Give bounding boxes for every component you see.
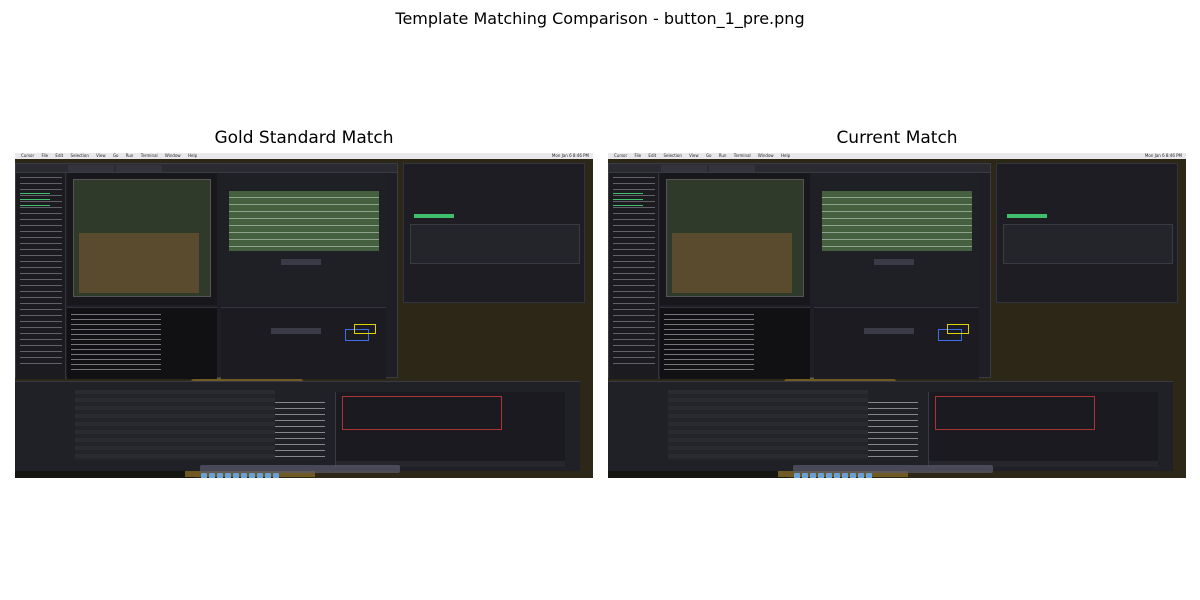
editor-tab <box>116 165 162 172</box>
menu-item: Selection <box>663 153 682 158</box>
menu-item: Window <box>757 153 774 158</box>
menu-item: Cursor <box>21 153 35 158</box>
background-chat-panel <box>928 392 1158 467</box>
preview-wallpaper <box>672 233 792 293</box>
request-box <box>410 224 580 264</box>
dock-icon <box>273 473 279 478</box>
terminal-output <box>664 314 754 374</box>
dock-icon <box>842 473 848 478</box>
menu-item: Selection <box>70 153 89 158</box>
menu-item: View <box>96 153 106 158</box>
composer-panel <box>221 173 386 305</box>
dock-icon <box>834 473 840 478</box>
cancel-generation-button <box>864 328 914 334</box>
request-box <box>1003 224 1173 264</box>
cancel-generation-button <box>874 259 914 265</box>
menu-item: Edit <box>55 153 64 158</box>
dock-icon <box>209 473 215 478</box>
dock-icon <box>818 473 824 478</box>
match-box-highlight <box>354 324 376 334</box>
cancel-generation-button <box>271 328 321 334</box>
dock-icon <box>249 473 255 478</box>
menu-item: Cursor <box>614 153 628 158</box>
background-file-list <box>868 402 918 462</box>
secondary-composer <box>221 307 386 379</box>
dock-icon <box>257 473 263 478</box>
dock-icon <box>201 473 207 478</box>
background-editor-window <box>608 381 1173 471</box>
dock-icon <box>241 473 247 478</box>
composer-panel <box>814 173 979 305</box>
dock-icon <box>225 473 231 478</box>
explorer-sidebar <box>16 173 66 379</box>
figure-title: Template Matching Comparison - button_1_… <box>395 9 805 28</box>
dock-icon <box>794 473 800 478</box>
cursor-editor-window <box>15 163 398 379</box>
menu-item: Help <box>187 153 198 158</box>
panel-title-gold-standard: Gold Standard Match <box>214 128 394 148</box>
menu-item: Run <box>718 153 727 158</box>
background-rows <box>668 390 868 460</box>
current-match-screenshot: Cursor File Edit Selection View Go Run T… <box>608 153 1186 478</box>
background-editor-window <box>15 381 580 471</box>
dock-icon <box>217 473 223 478</box>
gold-standard-screenshot: Cursor File Edit Selection View Go Run T… <box>15 153 593 478</box>
menu-item: Window <box>164 153 181 158</box>
match-box-highlight <box>947 324 969 334</box>
editor-tab <box>709 165 755 172</box>
tab-bar <box>16 164 397 173</box>
cursor-editor-window <box>608 163 991 379</box>
macos-dock <box>200 465 400 478</box>
tab-bar <box>609 164 990 173</box>
dock-icon <box>850 473 856 478</box>
command-line <box>1007 214 1047 218</box>
modified-files <box>20 193 50 207</box>
macos-dock <box>793 465 993 478</box>
editor-tab <box>68 165 114 172</box>
preview-wallpaper <box>79 233 199 293</box>
background-file-list <box>275 402 325 462</box>
dock-icon <box>858 473 864 478</box>
dock-icon <box>265 473 271 478</box>
menu-item: Run <box>125 153 134 158</box>
panel-title-current-match: Current Match <box>836 128 958 148</box>
changes-box <box>935 396 1095 430</box>
menu-item: View <box>689 153 699 158</box>
dock-icon <box>233 473 239 478</box>
menu-item: Go <box>705 153 712 158</box>
menu-item: Terminal <box>733 153 751 158</box>
menu-item: File <box>634 153 642 158</box>
dock-icon <box>802 473 808 478</box>
image-preview <box>660 173 810 305</box>
terminal-panel <box>67 307 217 379</box>
dock-icon <box>866 473 872 478</box>
explorer-sidebar <box>609 173 659 379</box>
secondary-composer <box>814 307 979 379</box>
menu-item: Terminal <box>140 153 158 158</box>
right-composer-window <box>403 163 585 303</box>
dock-icon <box>826 473 832 478</box>
background-chat-panel <box>335 392 565 467</box>
terminal-output <box>71 314 161 374</box>
command-line <box>414 214 454 218</box>
menu-item: Help <box>780 153 791 158</box>
menu-item: Go <box>112 153 119 158</box>
changes-box <box>342 396 502 430</box>
menu-item: File <box>41 153 49 158</box>
terminal-panel <box>660 307 810 379</box>
editor-tab <box>661 165 707 172</box>
cancel-generation-button <box>281 259 321 265</box>
modified-files <box>613 193 643 207</box>
code-lines <box>822 191 972 251</box>
code-lines <box>229 191 379 251</box>
image-preview <box>67 173 217 305</box>
right-composer-window <box>996 163 1178 303</box>
menu-item: Edit <box>648 153 657 158</box>
background-rows <box>75 390 275 460</box>
dock-icon <box>810 473 816 478</box>
